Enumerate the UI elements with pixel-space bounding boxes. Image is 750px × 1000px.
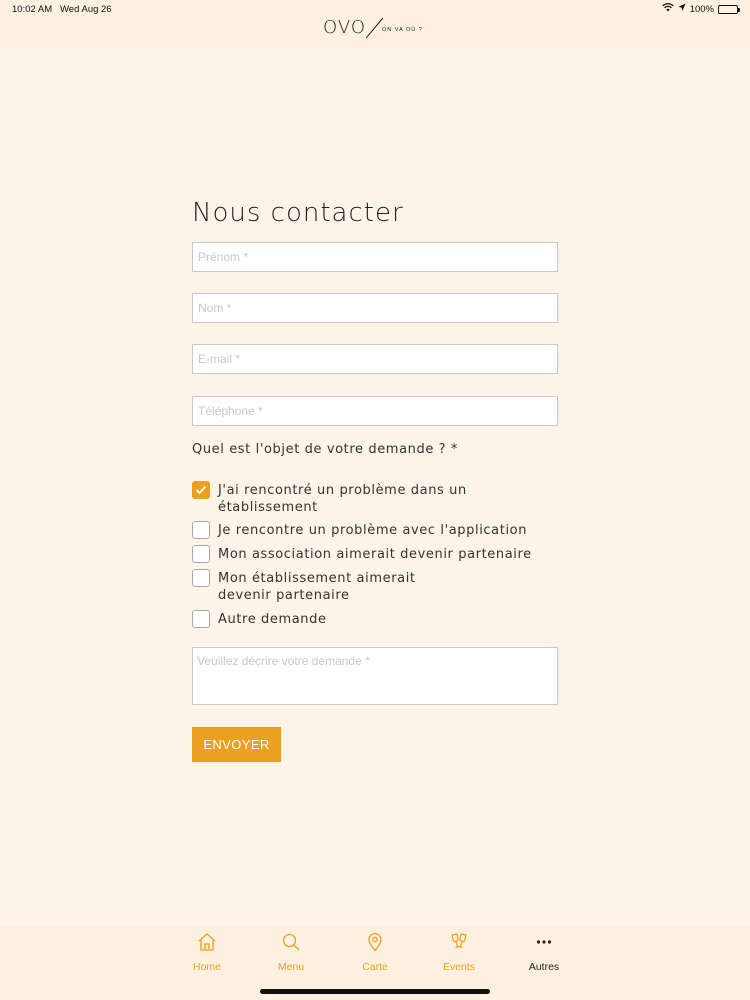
tab-label: Carte <box>362 961 388 973</box>
page-title: Nous contacter <box>192 198 404 228</box>
location-arrow-icon <box>678 3 686 15</box>
option-establishment-partner[interactable]: Mon établissement aimerait devenir parte… <box>192 569 558 604</box>
request-subject-question: Quel est l'objet de votre demande ? * <box>192 442 458 457</box>
tab-events[interactable]: Events <box>429 931 489 973</box>
wifi-icon <box>662 3 674 15</box>
checkbox[interactable] <box>192 521 210 539</box>
champagne-glasses-icon <box>448 931 470 953</box>
status-indicators: 100% <box>662 3 740 15</box>
first-name-input[interactable] <box>192 242 558 272</box>
home-icon <box>196 931 218 953</box>
checkbox[interactable] <box>192 481 210 499</box>
tab-menu[interactable]: Menu <box>261 931 321 973</box>
option-problem-establishment[interactable]: J'ai rencontré un problème dans un établ… <box>192 481 558 516</box>
checkmark-icon <box>195 485 207 495</box>
option-label: Je rencontre un problème avec l'applicat… <box>218 523 528 538</box>
description-textarea[interactable] <box>192 647 558 705</box>
option-problem-app[interactable]: Je rencontre un problème avec l'applicat… <box>192 521 558 539</box>
ovo-logo[interactable]: OVO ON VA OÙ ? <box>323 18 423 41</box>
battery-percent: 100% <box>689 3 714 15</box>
option-label: J'ai rencontré un problème dans un établ… <box>218 483 467 515</box>
tab-label: Menu <box>277 961 305 973</box>
logo-tagline: ON VA OÙ ? <box>382 27 423 33</box>
status-date: Wed Aug 26 <box>60 4 112 15</box>
checkbox[interactable] <box>192 610 210 628</box>
tab-carte[interactable]: Carte <box>345 931 405 973</box>
logo-slash <box>365 17 384 39</box>
checkbox[interactable] <box>192 545 210 563</box>
email-input[interactable] <box>192 344 558 374</box>
phone-input[interactable] <box>192 396 558 426</box>
tab-label: Home <box>192 961 221 973</box>
tab-home[interactable]: Home <box>177 931 237 973</box>
home-indicator[interactable] <box>260 989 490 994</box>
option-label: Mon établissement aimerait devenir parte… <box>218 571 416 603</box>
more-dots-icon <box>533 931 555 953</box>
option-label: Mon association aimerait devenir partena… <box>218 547 532 562</box>
tab-label: Autres <box>528 961 560 973</box>
contact-form: Nous contacter Quel est l'objet de votre… <box>192 196 558 762</box>
last-name-input[interactable] <box>192 293 558 323</box>
tab-autres[interactable]: Autres <box>514 931 574 973</box>
send-button[interactable]: ENVOYER <box>192 727 281 762</box>
map-pin-icon <box>364 931 386 953</box>
tab-label: Events <box>442 961 476 973</box>
search-icon <box>280 931 302 953</box>
status-time: 10:02 AM <box>12 4 53 15</box>
status-bar: 10:02 AM Wed Aug 26 100% <box>0 0 750 18</box>
checkbox[interactable] <box>192 569 210 587</box>
option-other-request[interactable]: Autre demande <box>192 610 558 628</box>
battery-icon <box>718 4 740 14</box>
option-association-partner[interactable]: Mon association aimerait devenir partena… <box>192 545 558 563</box>
option-label: Autre demande <box>218 612 327 627</box>
logo-main-text: OVO <box>323 17 367 38</box>
